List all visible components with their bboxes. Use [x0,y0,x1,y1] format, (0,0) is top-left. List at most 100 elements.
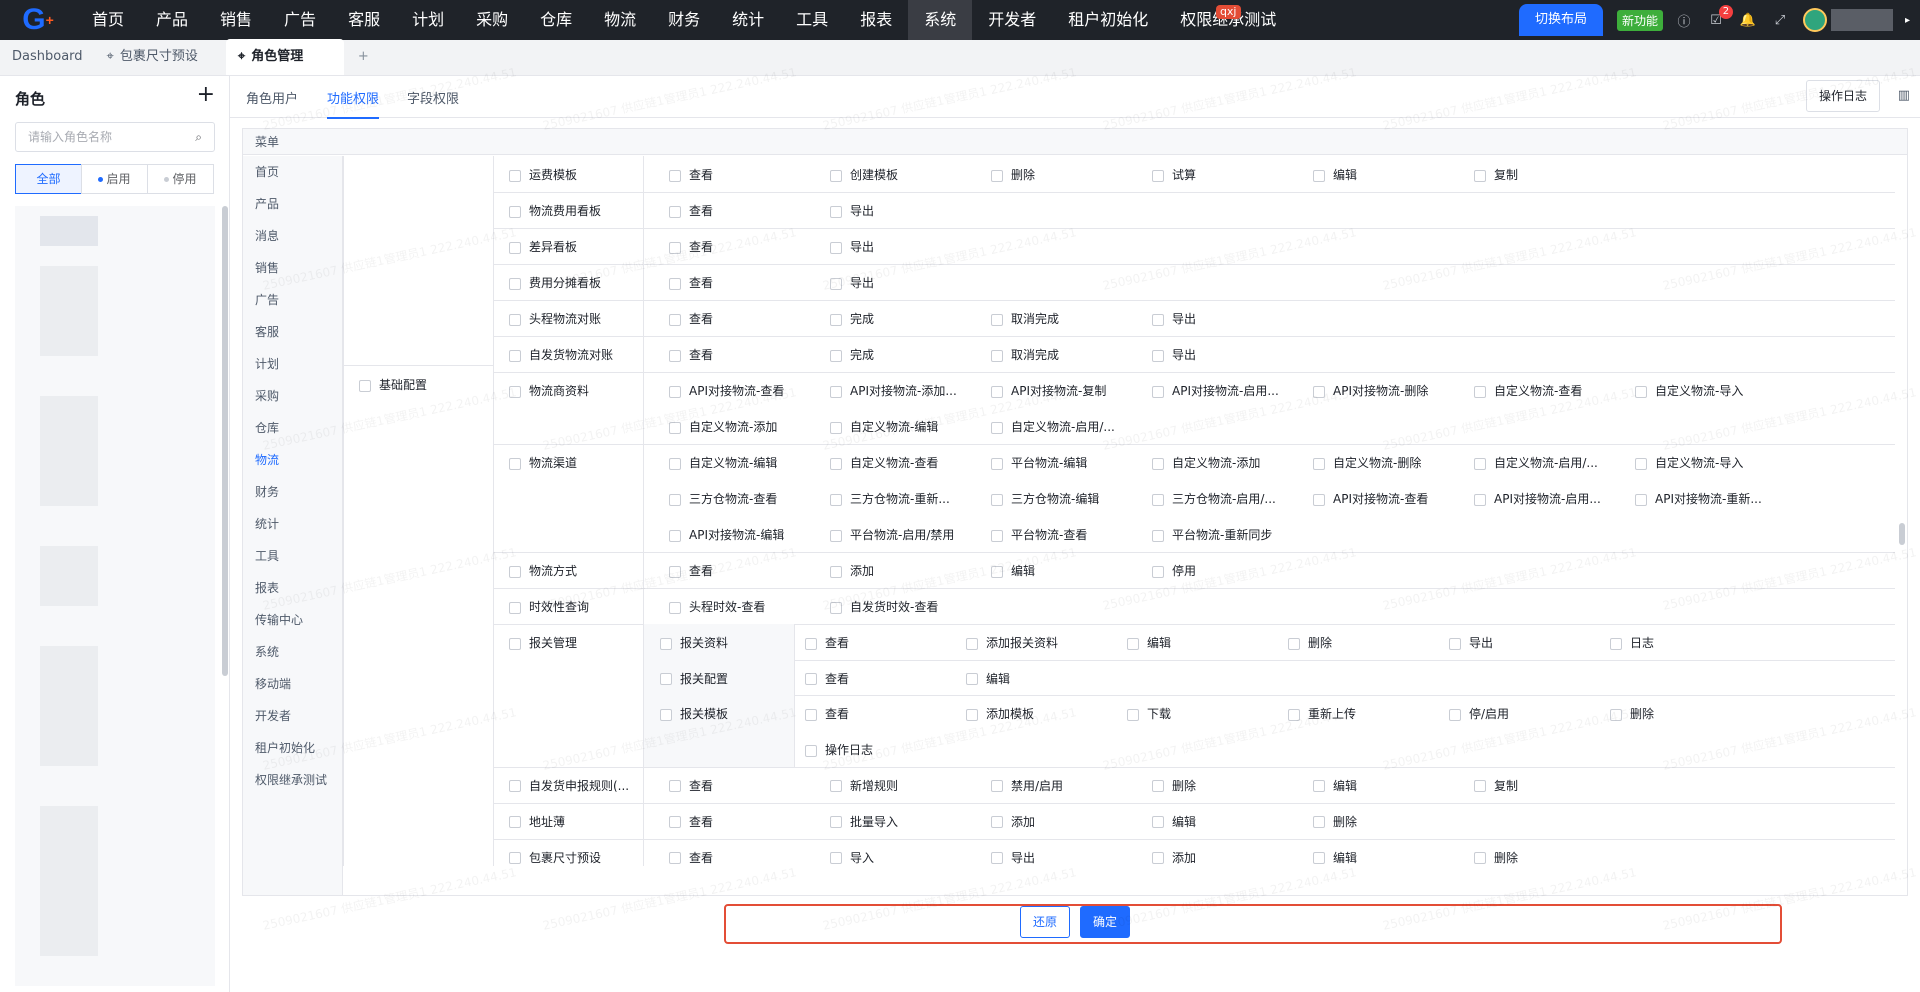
checkbox[interactable] [830,349,842,362]
perm-checkbox[interactable]: 复制 [1474,166,1518,183]
checkbox[interactable] [509,205,521,218]
checkbox[interactable] [991,493,1003,506]
perm-checkbox[interactable]: 试算 [1152,166,1196,183]
perm-row-checkbox[interactable]: 自发货物流对账 [509,346,613,363]
checkbox[interactable] [509,241,521,254]
checkbox[interactable] [1313,852,1325,865]
perm-checkbox[interactable]: 三方仓物流-编辑 [991,490,1099,507]
perm-checkbox[interactable]: 编辑 [1313,777,1357,794]
perm-checkbox[interactable]: 导入 [830,849,874,866]
grid-scrollbar[interactable] [1899,523,1905,545]
perm-checkbox[interactable]: 查看 [669,346,713,363]
perm-checkbox[interactable]: 导出 [830,274,874,291]
sidebar-scrollbar[interactable] [222,206,228,676]
perm-checkbox[interactable]: 平台物流-启用/禁用 [830,526,954,543]
perm-checkbox[interactable]: 平台物流-编辑 [991,454,1087,471]
checkbox[interactable] [1313,169,1325,182]
checkbox[interactable] [509,457,521,470]
perm-checkbox[interactable]: 添加报关资料 [966,634,1058,651]
operation-log-button[interactable]: 操作日志 [1805,80,1880,112]
nav-item[interactable]: 广告 [268,0,332,40]
perm-row-checkbox[interactable]: 物流渠道 [509,454,577,471]
checkbox[interactable] [669,421,681,434]
perm-checkbox[interactable]: API对接物流-启用... [1152,382,1279,399]
checkbox[interactable] [1610,708,1622,721]
checkbox[interactable] [1474,493,1486,506]
nav-item[interactable]: 租户初始化 [1052,0,1164,40]
perm-checkbox[interactable]: 取消完成 [991,346,1059,363]
checkbox[interactable] [830,385,842,398]
checkbox[interactable] [991,816,1003,829]
perm-checkbox[interactable]: 重新上传 [1288,705,1356,722]
checkbox[interactable] [1152,349,1164,362]
perm-checkbox[interactable]: 删除 [1474,849,1518,866]
checkbox[interactable] [669,493,681,506]
logo[interactable]: G + [0,0,76,40]
checkbox[interactable] [1127,637,1139,650]
filter-all[interactable]: 全部 [15,164,82,194]
perm-row-checkbox[interactable]: 自发货申报规则(... [509,777,629,794]
checkbox[interactable] [1474,852,1486,865]
perm-checkbox[interactable]: 查看 [669,849,713,866]
menu-item[interactable]: 传输中心 [243,604,342,636]
checkbox[interactable] [1474,780,1486,793]
checkbox[interactable] [509,277,521,290]
perm-checkbox[interactable]: 自定义物流-添加 [1152,454,1260,471]
menu-item[interactable]: 消息 [243,220,342,252]
nav-item[interactable]: 客服 [332,0,396,40]
perm-row-checkbox[interactable]: 物流方式 [509,562,577,579]
checkbox[interactable] [805,708,817,721]
perm-row-checkbox[interactable]: 包裹尺寸预设 [509,849,601,866]
checkbox[interactable] [805,673,817,686]
sub-row-checkbox[interactable]: 报关资料 [660,634,728,651]
perm-checkbox[interactable]: 自定义物流-编辑 [830,418,938,435]
nav-item[interactable]: 仓库 [524,0,588,40]
checkbox[interactable] [991,529,1003,542]
task-icon[interactable]: ☑ 2 [1707,5,1733,29]
checkbox[interactable] [669,349,681,362]
checkbox[interactable] [1152,385,1164,398]
reset-button[interactable]: 还原 [1020,906,1071,938]
checkbox[interactable] [830,241,842,254]
menu-item[interactable]: 销售 [243,252,342,284]
subtab-role-users[interactable]: 角色用户 [246,88,298,107]
perm-checkbox[interactable]: 自定义物流-查看 [830,454,938,471]
checkbox[interactable] [1474,385,1486,398]
perm-row-checkbox[interactable]: 报关管理 [509,634,577,651]
help-icon[interactable]: ⓘ [1675,11,1693,30]
checkbox[interactable] [509,601,521,614]
checkbox[interactable] [991,565,1003,578]
perm-checkbox[interactable]: 查看 [669,562,713,579]
perm-checkbox[interactable]: 自定义物流-添加 [669,418,777,435]
checkbox[interactable] [966,637,978,650]
subtab-field-perms[interactable]: 字段权限 [407,88,459,107]
checkbox[interactable] [991,313,1003,326]
checkbox[interactable] [669,565,681,578]
checkbox[interactable] [1610,637,1622,650]
checkbox[interactable] [991,852,1003,865]
perm-checkbox[interactable]: 禁用/启用 [991,777,1063,794]
checkbox[interactable] [830,816,842,829]
perm-checkbox[interactable]: 批量导入 [830,813,898,830]
tab-package-preset[interactable]: ⌖ 包裹尺寸预设 [95,39,210,75]
checkbox[interactable] [1288,708,1300,721]
perm-checkbox[interactable]: 自定义物流-启用/... [1474,454,1598,471]
perm-row-checkbox[interactable]: 时效性查询 [509,598,589,615]
perm-checkbox[interactable]: 导出 [991,849,1035,866]
nav-item[interactable]: 系统 [908,0,973,40]
perm-checkbox[interactable]: 新增规则 [830,777,898,794]
checkbox[interactable] [1313,457,1325,470]
perm-checkbox[interactable]: 头程时效-查看 [669,598,765,615]
nav-item[interactable]: 统计 [716,0,780,40]
checkbox[interactable] [830,601,842,614]
checkbox[interactable] [509,385,521,398]
checkbox[interactable] [669,241,681,254]
nav-item[interactable]: 报表 [844,0,908,40]
perm-checkbox[interactable]: API对接物流-添加... [830,382,957,399]
nav-item[interactable]: 计划 [396,0,460,40]
perm-checkbox[interactable]: 自定义物流-删除 [1313,454,1421,471]
sub-row-checkbox[interactable]: 报关模板 [660,705,728,722]
perm-checkbox[interactable]: 三方仓物流-启用/... [1152,490,1276,507]
perm-checkbox[interactable]: 自发货时效-查看 [830,598,938,615]
perm-checkbox[interactable]: API对接物流-重新... [1635,490,1762,507]
